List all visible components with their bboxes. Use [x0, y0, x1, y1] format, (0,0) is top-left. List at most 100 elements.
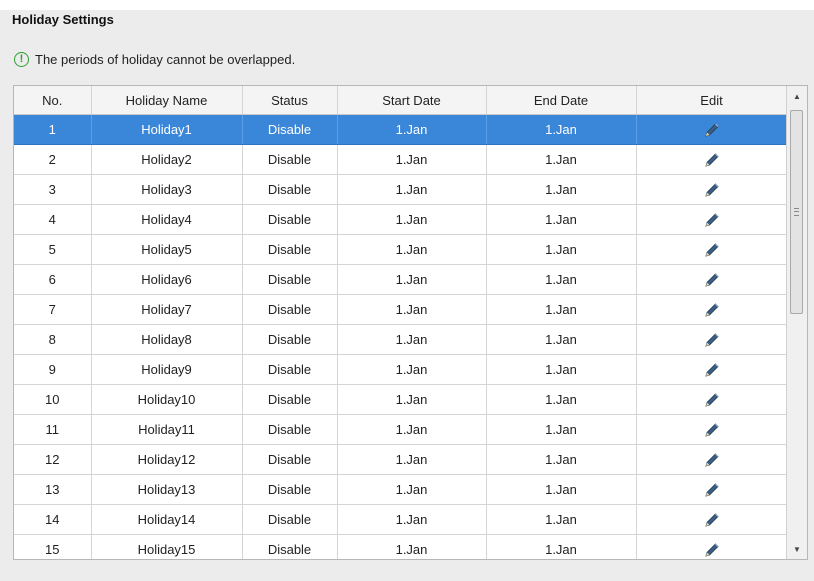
- cell-status: Disable: [242, 354, 338, 385]
- cell-start-date: 1.Jan: [337, 174, 487, 205]
- cell-end-date: 1.Jan: [486, 474, 637, 505]
- cell-end-date: 1.Jan: [486, 204, 637, 235]
- table-row[interactable]: 6 Holiday6 Disable 1.Jan 1.Jan: [14, 264, 788, 295]
- page-title: Holiday Settings: [12, 12, 114, 27]
- column-header-holiday-name[interactable]: Holiday Name: [91, 86, 243, 115]
- edit-pencil-icon[interactable]: [703, 151, 721, 167]
- column-header-end-date[interactable]: End Date: [486, 86, 637, 115]
- cell-start-date: 1.Jan: [337, 384, 487, 415]
- notice-text: The periods of holiday cannot be overlap…: [35, 52, 296, 67]
- edit-pencil-icon[interactable]: [703, 511, 721, 527]
- column-header-start-date[interactable]: Start Date: [337, 86, 487, 115]
- holiday-table: No. Holiday Name Status Start Date End D…: [13, 85, 808, 560]
- cell-status: Disable: [242, 114, 338, 145]
- scroll-down-arrow-icon[interactable]: ▼: [787, 539, 807, 559]
- table-row[interactable]: 12 Holiday12 Disable 1.Jan 1.Jan: [14, 444, 788, 475]
- table-row[interactable]: 1 Holiday1 Disable 1.Jan 1.Jan: [14, 114, 788, 145]
- table-row[interactable]: 15 Holiday15 Disable 1.Jan 1.Jan: [14, 534, 788, 559]
- cell-edit: [636, 114, 788, 145]
- edit-pencil-icon[interactable]: [703, 481, 721, 497]
- cell-edit: [636, 474, 788, 505]
- table-row[interactable]: 4 Holiday4 Disable 1.Jan 1.Jan: [14, 204, 788, 235]
- edit-pencil-icon[interactable]: [703, 541, 721, 557]
- cell-edit: [636, 384, 788, 415]
- cell-holiday-name: Holiday2: [91, 144, 243, 175]
- table-row[interactable]: 14 Holiday14 Disable 1.Jan 1.Jan: [14, 504, 788, 535]
- cell-no: 9: [14, 354, 92, 385]
- cell-end-date: 1.Jan: [486, 414, 637, 445]
- table-row[interactable]: 10 Holiday10 Disable 1.Jan 1.Jan: [14, 384, 788, 415]
- scroll-thumb[interactable]: [790, 110, 803, 314]
- edit-pencil-icon[interactable]: [703, 331, 721, 347]
- table-row[interactable]: 3 Holiday3 Disable 1.Jan 1.Jan: [14, 174, 788, 205]
- cell-no: 11: [14, 414, 92, 445]
- edit-pencil-icon[interactable]: [703, 391, 721, 407]
- cell-holiday-name: Holiday9: [91, 354, 243, 385]
- edit-pencil-icon[interactable]: [703, 211, 721, 227]
- edit-pencil-icon[interactable]: [703, 301, 721, 317]
- cell-no: 12: [14, 444, 92, 475]
- edit-pencil-icon[interactable]: [703, 271, 721, 287]
- table-row[interactable]: 7 Holiday7 Disable 1.Jan 1.Jan: [14, 294, 788, 325]
- scroll-up-arrow-icon[interactable]: ▲: [787, 86, 807, 106]
- edit-pencil-icon[interactable]: [703, 451, 721, 467]
- cell-no: 13: [14, 474, 92, 505]
- cell-no: 10: [14, 384, 92, 415]
- cell-holiday-name: Holiday10: [91, 384, 243, 415]
- column-header-edit[interactable]: Edit: [636, 86, 788, 115]
- cell-no: 6: [14, 264, 92, 295]
- cell-status: Disable: [242, 174, 338, 205]
- cell-holiday-name: Holiday15: [91, 534, 243, 559]
- edit-pencil-icon[interactable]: [703, 241, 721, 257]
- table-row[interactable]: 11 Holiday11 Disable 1.Jan 1.Jan: [14, 414, 788, 445]
- cell-end-date: 1.Jan: [486, 534, 637, 559]
- edit-pencil-icon[interactable]: [703, 181, 721, 197]
- cell-start-date: 1.Jan: [337, 474, 487, 505]
- cell-edit: [636, 174, 788, 205]
- cell-holiday-name: Holiday14: [91, 504, 243, 535]
- table-header: No. Holiday Name Status Start Date End D…: [14, 86, 788, 115]
- table-row[interactable]: 13 Holiday13 Disable 1.Jan 1.Jan: [14, 474, 788, 505]
- cell-end-date: 1.Jan: [486, 234, 637, 265]
- table-row[interactable]: 5 Holiday5 Disable 1.Jan 1.Jan: [14, 234, 788, 265]
- cell-holiday-name: Holiday12: [91, 444, 243, 475]
- cell-edit: [636, 414, 788, 445]
- table-row[interactable]: 9 Holiday9 Disable 1.Jan 1.Jan: [14, 354, 788, 385]
- cell-status: Disable: [242, 204, 338, 235]
- column-header-status[interactable]: Status: [242, 86, 338, 115]
- cell-edit: [636, 534, 788, 559]
- table-row[interactable]: 8 Holiday8 Disable 1.Jan 1.Jan: [14, 324, 788, 355]
- cell-edit: [636, 444, 788, 475]
- cell-status: Disable: [242, 234, 338, 265]
- edit-pencil-icon[interactable]: [703, 121, 721, 137]
- cell-status: Disable: [242, 294, 338, 325]
- cell-status: Disable: [242, 144, 338, 175]
- cell-no: 7: [14, 294, 92, 325]
- cell-start-date: 1.Jan: [337, 144, 487, 175]
- cell-end-date: 1.Jan: [486, 324, 637, 355]
- cell-end-date: 1.Jan: [486, 174, 637, 205]
- cell-holiday-name: Holiday8: [91, 324, 243, 355]
- cell-no: 15: [14, 534, 92, 559]
- info-exclamation-icon: !: [14, 52, 29, 67]
- vertical-scrollbar[interactable]: ▲ ▼: [786, 86, 807, 559]
- cell-edit: [636, 324, 788, 355]
- cell-status: Disable: [242, 474, 338, 505]
- edit-pencil-icon[interactable]: [703, 421, 721, 437]
- cell-start-date: 1.Jan: [337, 204, 487, 235]
- cell-no: 14: [14, 504, 92, 535]
- cell-edit: [636, 504, 788, 535]
- cell-end-date: 1.Jan: [486, 264, 637, 295]
- cell-start-date: 1.Jan: [337, 414, 487, 445]
- table-row[interactable]: 2 Holiday2 Disable 1.Jan 1.Jan: [14, 144, 788, 175]
- cell-edit: [636, 144, 788, 175]
- edit-pencil-icon[interactable]: [703, 361, 721, 377]
- cell-no: 5: [14, 234, 92, 265]
- column-header-no[interactable]: No.: [14, 86, 92, 115]
- cell-no: 1: [14, 114, 92, 145]
- cell-start-date: 1.Jan: [337, 534, 487, 559]
- cell-start-date: 1.Jan: [337, 264, 487, 295]
- cell-no: 3: [14, 174, 92, 205]
- cell-holiday-name: Holiday1: [91, 114, 243, 145]
- cell-no: 2: [14, 144, 92, 175]
